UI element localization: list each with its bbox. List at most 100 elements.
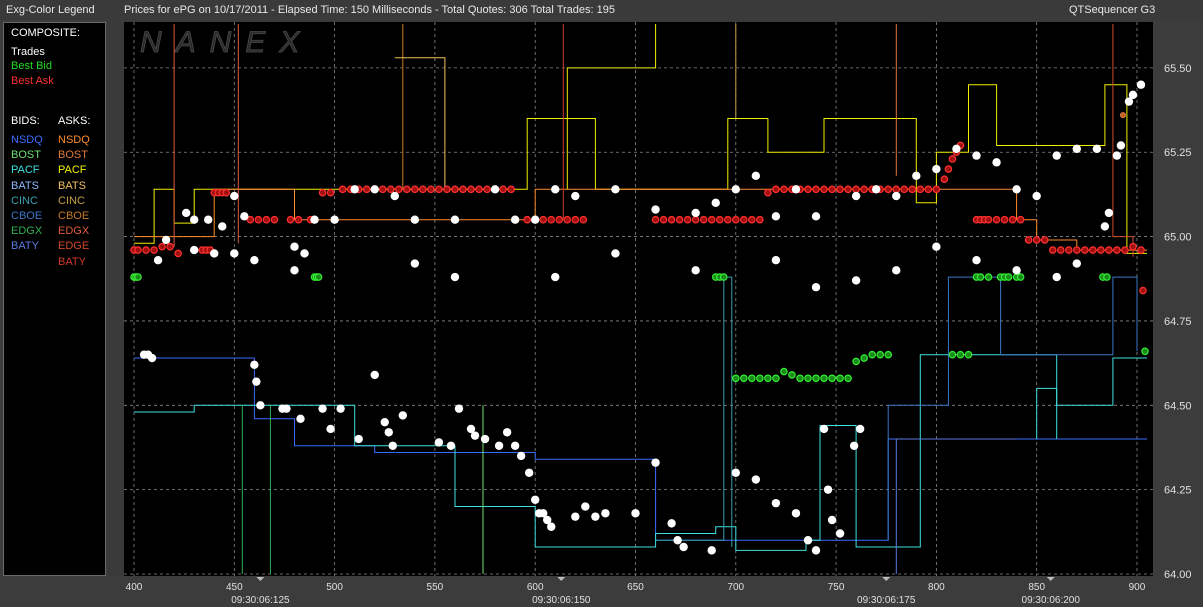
best-ask-marker [419,185,427,194]
best-ask-marker [571,215,580,224]
best-ask-marker [984,215,993,224]
best-ask-marker [134,246,142,254]
best-ask-marker [158,242,166,251]
x-tick-label: 500 [326,582,343,593]
trade-marker [851,191,861,201]
best-ask-marker [507,185,515,194]
best-ask-marker [403,185,411,194]
best-bid-marker [1004,273,1013,281]
trade-marker [571,191,580,201]
best-bid-marker [868,350,876,359]
best-ask-marker [563,215,572,224]
trade-marker [230,191,239,201]
x-tick-label: 900 [1129,582,1146,593]
best-ask-marker [836,185,844,194]
best-ask-marker [142,246,150,254]
trade-marker [204,215,213,224]
plot-area [124,22,1153,576]
best-ask-marker [338,185,347,194]
trade-marker [932,164,941,174]
trade-marker [823,485,833,494]
trade-marker [571,512,580,521]
y-tick-label: 64.75 [1164,316,1192,328]
best-bid-marker [828,374,836,383]
trade-marker [707,546,716,555]
best-ask-marker [900,185,909,194]
best-ask-marker [699,215,708,224]
best-bid-marker [948,350,957,359]
best-ask-marker [1129,242,1137,251]
best-ask-marker [539,215,548,224]
best-bid-marker [860,354,868,362]
trade-marker [147,353,157,363]
trade-marker [912,171,921,181]
trade-marker [510,215,520,224]
trade-marker [240,212,249,221]
trade-marker [530,215,540,224]
best-bid-marker [812,374,820,383]
trade-marker [380,417,389,427]
trade-marker [1112,151,1122,160]
trade-marker [631,509,640,518]
trade-marker [1092,144,1102,154]
best-ask-marker [1008,215,1017,224]
time-label: 09:30:06:150 [532,595,591,606]
best-ask-marker [707,215,716,224]
best-bid-marker [852,357,860,366]
x-tick-label: 400 [126,582,143,593]
best-ask-marker [427,185,435,194]
best-ask-marker [270,215,279,224]
trade-marker [1072,144,1081,154]
best-ask-marker [1089,246,1097,254]
trade-marker [849,441,859,450]
best-ask-marker [547,215,556,224]
trade-marker [336,404,345,413]
best-bid-marker [740,374,748,383]
trade-marker [551,272,560,282]
best-bid-marker [964,350,973,359]
best-ask-marker [748,215,756,224]
best-bid-marker [820,374,828,383]
trade-marker [972,255,981,265]
best-ask-marker [318,188,327,197]
best-bid-marker [804,374,812,383]
best-ask-marker [940,175,949,184]
trade-marker [390,191,399,201]
best-bid-marker [844,374,852,383]
best-ask-marker [908,185,917,194]
trade-marker [189,245,199,255]
trade-marker [318,404,327,413]
best-bid-marker [780,367,788,376]
best-ask-marker [443,185,451,194]
trade-marker [673,536,682,545]
best-ask-marker [948,155,957,163]
best-ask-marker [386,185,395,194]
best-ask-marker [675,215,684,224]
trade-marker [1072,259,1081,268]
x-tick-label: 850 [1028,582,1045,593]
trade-marker [530,495,540,504]
best-ask-marker [828,185,836,194]
best-ask-marker [1113,246,1121,254]
x-tick-label: 700 [727,582,744,593]
best-bid-marker [756,374,764,383]
best-bid-marker [796,374,804,383]
time-marker [256,577,265,581]
trade-marker [450,215,460,224]
best-ask-marker [683,215,692,224]
best-bid-marker [984,273,993,281]
best-bid-marker [956,350,965,359]
best-ask-marker [715,215,724,224]
best-ask-marker [150,246,158,254]
best-ask-marker [435,185,443,194]
best-bid-marker [134,273,142,281]
best-ask-marker [892,185,901,194]
best-ask-marker [731,215,740,224]
trade-marker [811,212,821,221]
best-ask-marker [1097,246,1105,254]
best-ask-marker [254,215,263,224]
best-bid-marker [314,273,323,281]
trade-marker [296,414,305,423]
time-marker [882,577,891,581]
trade-marker [611,249,620,258]
